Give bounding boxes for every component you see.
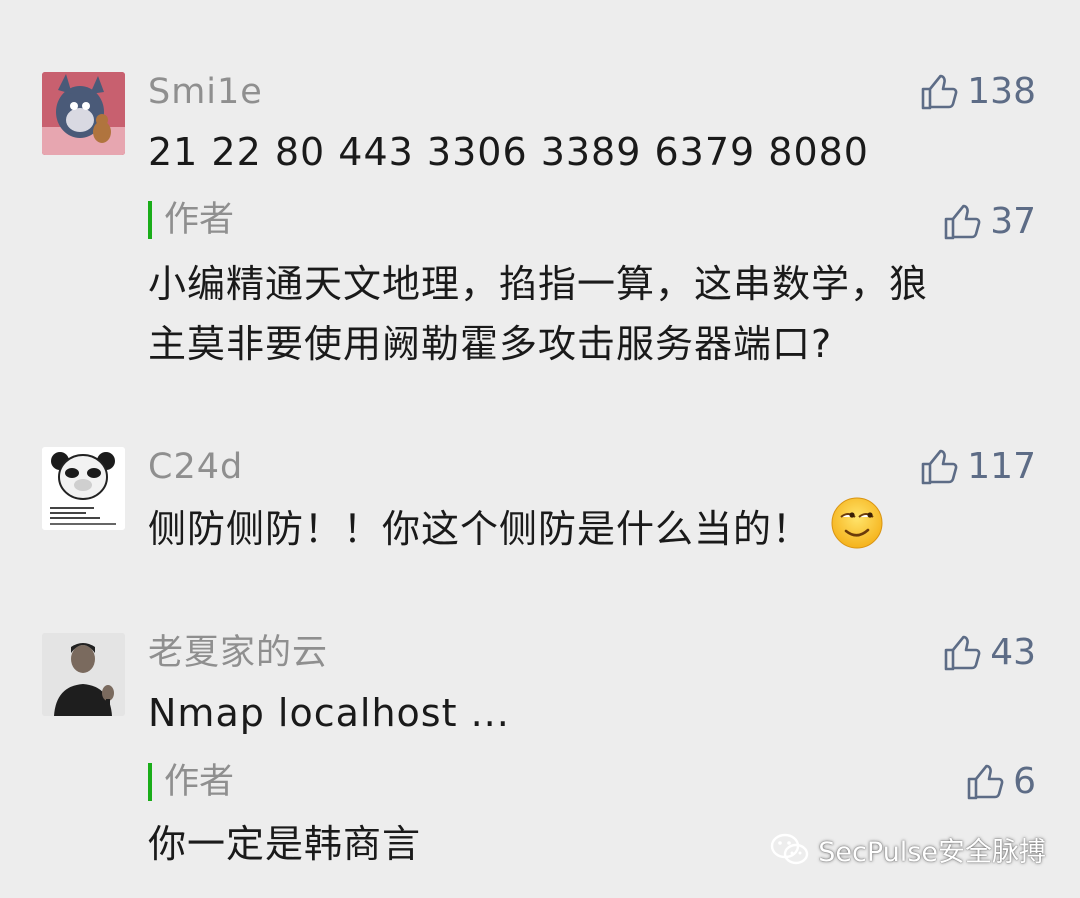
like-count: 6 <box>1013 761 1036 802</box>
thumbs-up-icon <box>944 204 981 240</box>
smirk-emoji-icon <box>830 496 884 567</box>
like-count: 37 <box>990 201 1036 242</box>
reply-like-button[interactable]: 6 <box>965 762 1036 802</box>
like-button[interactable]: 117 <box>919 447 1036 487</box>
like-count: 43 <box>990 632 1036 673</box>
reply-like-button[interactable]: 37 <box>942 202 1036 242</box>
like-count: 117 <box>967 446 1036 487</box>
comment-username[interactable]: C24d <box>148 447 243 487</box>
thumbs-up-icon <box>944 635 981 671</box>
comment-text: 侧防侧防！！你这个侧防是什么当的！ <box>148 496 884 567</box>
comment-username[interactable]: Smi1e <box>148 72 263 112</box>
watermark-text: SecPulse安全脉搏 <box>818 837 1046 868</box>
avatar[interactable] <box>42 447 125 530</box>
comments-page: Smi1e 138 21 22 80 443 3306 3389 6379 80… <box>0 0 1080 898</box>
author-label: 作者 <box>164 762 235 802</box>
like-button[interactable]: 43 <box>942 633 1036 673</box>
thumbs-up-icon <box>921 74 958 110</box>
comment-text: 21 22 80 443 3306 3389 6379 8080 <box>148 130 869 174</box>
author-bar <box>148 201 152 239</box>
avatar[interactable] <box>42 72 125 155</box>
thumbs-up-icon <box>921 449 958 485</box>
comment-text-content: 侧防侧防！！你这个侧防是什么当的！ <box>148 507 812 551</box>
author-reply-label: 作者 <box>148 200 234 240</box>
comment-text: Nmap localhost ... <box>148 691 510 735</box>
watermark: SecPulse安全脉搏 <box>770 830 1046 869</box>
author-reply-label: 作者 <box>148 762 234 802</box>
avatar[interactable] <box>42 633 125 716</box>
thumbs-up-icon <box>967 764 1004 800</box>
wechat-icon <box>771 833 809 864</box>
reply-text-line-1: 你一定是韩商言 <box>148 822 422 866</box>
author-label: 作者 <box>164 200 235 240</box>
reply-text-line-1: 小编精通天文地理，掐指一算，这串数学，狼 <box>148 262 929 306</box>
like-count: 138 <box>967 71 1036 112</box>
reply-text-line-2: 主莫非要使用阙勒霍多攻击服务器端口? <box>148 322 833 366</box>
like-button[interactable]: 138 <box>919 72 1036 112</box>
comment-username[interactable]: 老夏家的云 <box>148 633 328 673</box>
author-bar <box>148 763 152 801</box>
